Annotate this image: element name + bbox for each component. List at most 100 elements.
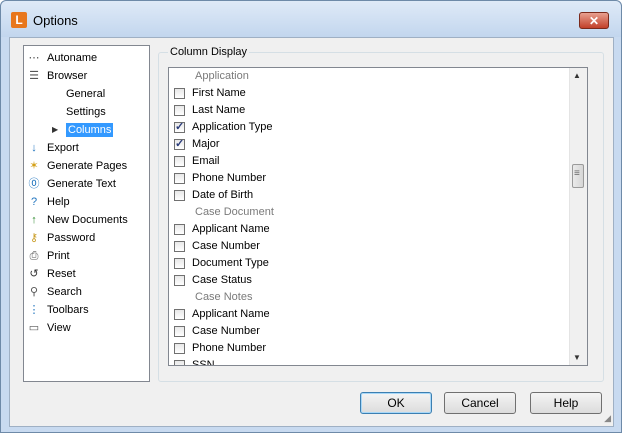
checkbox[interactable]	[174, 326, 185, 337]
tree-item-autoname[interactable]: ⋯ Autoname	[27, 49, 98, 67]
tree-item-search[interactable]: ⚲ Search	[27, 283, 82, 301]
column-option-label: Date of Birth	[192, 189, 254, 201]
column-option[interactable]: Phone Number	[174, 170, 266, 187]
column-option-label: Email	[192, 155, 220, 167]
checkbox[interactable]	[174, 309, 185, 320]
cancel-button[interactable]: Cancel	[444, 392, 516, 414]
tree-item-help[interactable]: ? Help	[27, 193, 70, 211]
dialog-body: ⋯ Autoname ☰ Browser General Settings Columns ▶…	[9, 37, 614, 427]
checkbox[interactable]	[174, 224, 185, 235]
scrollbar-thumb[interactable]	[572, 164, 584, 188]
checkbox[interactable]	[174, 88, 185, 99]
generate-pages-icon: ✶	[29, 160, 39, 173]
checkbox[interactable]	[174, 258, 185, 269]
column-option[interactable]: Email	[174, 153, 220, 170]
browser-icon: ☰	[29, 70, 39, 83]
tree-item-label: Search	[47, 286, 82, 299]
tree-item-label: Generate Text	[47, 178, 116, 191]
toolbars-icon: ⋮	[28, 304, 40, 317]
scroll-down-icon[interactable]: ▼	[573, 353, 581, 362]
ok-button[interactable]: OK	[360, 392, 432, 414]
column-option[interactable]: Document Type	[174, 255, 269, 272]
tree-item-settings[interactable]: Settings	[66, 103, 106, 121]
tree-item-password[interactable]: ⚷ Password	[27, 229, 95, 247]
export-icon: ↓	[31, 142, 37, 155]
tree-item-label: Password	[47, 232, 96, 245]
column-option-label: Case Number	[192, 325, 260, 337]
autoname-icon: ⋯	[28, 52, 40, 65]
vertical-scrollbar[interactable]: ▲ ▼	[569, 68, 587, 365]
close-button[interactable]: ✕	[579, 12, 609, 29]
tree-item-toolbars[interactable]: ⋮ Toolbars	[27, 301, 89, 319]
column-option[interactable]: SSN	[174, 357, 215, 366]
checkbox-checked[interactable]	[174, 119, 185, 136]
tree-item-label: General	[66, 88, 106, 100]
column-group-header: Case Document	[195, 206, 274, 218]
tree-item-label: Export	[47, 142, 79, 155]
column-group-header: Application	[195, 70, 249, 82]
column-option-label: Applicant Name	[192, 308, 270, 320]
column-option[interactable]: Major	[174, 136, 220, 153]
column-option[interactable]: Case Number	[174, 238, 260, 255]
column-option-label: Applicant Name	[192, 223, 270, 235]
column-option[interactable]: Case Number	[174, 323, 260, 340]
new-documents-icon: ↑	[31, 214, 37, 227]
tree-item-label: Toolbars	[47, 304, 89, 317]
reset-icon: ↺	[29, 268, 39, 281]
checkbox[interactable]	[174, 360, 185, 365]
tree-item-label: Autoname	[47, 52, 98, 65]
column-display-label: Column Display	[168, 46, 250, 58]
checkbox[interactable]	[174, 275, 185, 286]
tree-item-print[interactable]: ⎙ Print	[27, 247, 70, 265]
column-option[interactable]: Applicant Name	[174, 306, 270, 323]
help-icon: ?	[30, 196, 38, 209]
checkbox-checked[interactable]	[174, 136, 185, 153]
column-option-label: Last Name	[192, 104, 246, 116]
help-button[interactable]: Help	[530, 392, 602, 414]
checkbox[interactable]	[174, 241, 185, 252]
column-group-header: Case Notes	[195, 291, 253, 303]
tree-item-generate-text[interactable]: ⓪ Generate Text	[27, 175, 116, 193]
tree-item-export[interactable]: ↓ Export	[27, 139, 79, 157]
options-tree[interactable]: ⋯ Autoname ☰ Browser General Settings Columns ▶…	[23, 45, 150, 382]
tree-item-new-documents[interactable]: ↑ New Documents	[27, 211, 127, 229]
column-option[interactable]: Phone Number	[174, 340, 266, 357]
tree-item-reset[interactable]: ↺ Reset	[27, 265, 76, 283]
tree-item-label: Print	[47, 250, 70, 263]
tree-item-generate-pages[interactable]: ✶ Generate Pages	[27, 157, 127, 175]
options-window: L Options ✕ ⋯ Autoname ☰ Browser General Sett…	[0, 0, 622, 433]
scroll-up-icon[interactable]: ▲	[573, 71, 581, 80]
app-logo-icon: L	[11, 12, 27, 28]
tree-item-columns[interactable]: Columns	[66, 121, 114, 139]
column-option-label: Case Status	[192, 274, 252, 286]
view-icon: ▭	[28, 322, 40, 335]
tree-item-label: View	[47, 322, 71, 335]
title-bar[interactable]: L Options ✕	[1, 1, 621, 37]
column-option-label: First Name	[192, 87, 246, 99]
generate-text-icon: ⓪	[28, 178, 40, 191]
expand-arrow-icon[interactable]: ▶	[52, 125, 58, 134]
password-icon: ⚷	[29, 232, 39, 245]
column-option[interactable]: Date of Birth	[174, 187, 253, 204]
checkbox[interactable]	[174, 173, 185, 184]
checkbox[interactable]	[174, 156, 185, 167]
column-option[interactable]: First Name	[174, 85, 246, 102]
tree-item-browser[interactable]: ☰ Browser	[27, 67, 87, 85]
tree-item-view[interactable]: ▭ View	[27, 319, 71, 337]
checkbox[interactable]	[174, 343, 185, 354]
checkbox[interactable]	[174, 105, 185, 116]
tree-item-label: Generate Pages	[47, 160, 128, 173]
tree-item-label: Help	[47, 196, 70, 209]
column-option[interactable]: Applicant Name	[174, 221, 270, 238]
column-option-label: SSN	[192, 359, 215, 366]
checkbox[interactable]	[174, 190, 185, 201]
print-icon: ⎙	[29, 250, 39, 263]
column-option[interactable]: Last Name	[174, 102, 245, 119]
column-option[interactable]: Application Type	[174, 119, 273, 136]
tree-item-label: Settings	[66, 106, 106, 118]
column-option[interactable]: Case Status	[174, 272, 252, 289]
resize-grip-icon[interactable]: ◢	[604, 413, 611, 424]
tree-item-label: Reset	[47, 268, 76, 281]
column-list[interactable]: SSN Phone Number Case Number Applicant Name…	[168, 67, 588, 366]
tree-item-general[interactable]: General	[66, 85, 105, 103]
